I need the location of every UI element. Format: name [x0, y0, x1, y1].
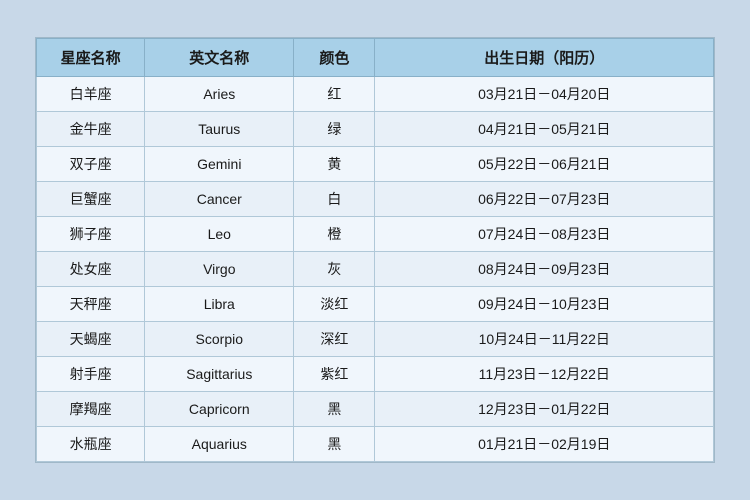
- header-color: 颜色: [294, 39, 375, 77]
- cell-english-name: Aries: [145, 77, 294, 112]
- table-row: 白羊座Aries红03月21日－04月20日: [37, 77, 714, 112]
- cell-color: 深红: [294, 322, 375, 357]
- cell-english-name: Leo: [145, 217, 294, 252]
- cell-english-name: Capricorn: [145, 392, 294, 427]
- cell-chinese-name: 处女座: [37, 252, 145, 287]
- cell-date-range: 09月24日－10月23日: [375, 287, 714, 322]
- cell-english-name: Gemini: [145, 147, 294, 182]
- cell-chinese-name: 巨蟹座: [37, 182, 145, 217]
- cell-color: 淡红: [294, 287, 375, 322]
- cell-chinese-name: 白羊座: [37, 77, 145, 112]
- cell-color: 橙: [294, 217, 375, 252]
- cell-english-name: Sagittarius: [145, 357, 294, 392]
- cell-chinese-name: 天秤座: [37, 287, 145, 322]
- table-row: 狮子座Leo橙07月24日－08月23日: [37, 217, 714, 252]
- table-row: 摩羯座Capricorn黑12月23日－01月22日: [37, 392, 714, 427]
- cell-english-name: Libra: [145, 287, 294, 322]
- zodiac-table-container: 星座名称 英文名称 颜色 出生日期（阳历） 白羊座Aries红03月21日－04…: [35, 37, 715, 463]
- cell-english-name: Scorpio: [145, 322, 294, 357]
- cell-date-range: 01月21日－02月19日: [375, 427, 714, 462]
- cell-color: 白: [294, 182, 375, 217]
- cell-chinese-name: 金牛座: [37, 112, 145, 147]
- cell-date-range: 05月22日－06月21日: [375, 147, 714, 182]
- cell-chinese-name: 射手座: [37, 357, 145, 392]
- cell-date-range: 10月24日－11月22日: [375, 322, 714, 357]
- cell-color: 紫红: [294, 357, 375, 392]
- header-date-range: 出生日期（阳历）: [375, 39, 714, 77]
- cell-color: 黑: [294, 392, 375, 427]
- cell-english-name: Taurus: [145, 112, 294, 147]
- cell-english-name: Cancer: [145, 182, 294, 217]
- cell-chinese-name: 水瓶座: [37, 427, 145, 462]
- cell-color: 灰: [294, 252, 375, 287]
- cell-color: 绿: [294, 112, 375, 147]
- cell-english-name: Virgo: [145, 252, 294, 287]
- table-row: 射手座Sagittarius紫红11月23日－12月22日: [37, 357, 714, 392]
- cell-date-range: 08月24日－09月23日: [375, 252, 714, 287]
- cell-date-range: 04月21日－05月21日: [375, 112, 714, 147]
- cell-color: 黑: [294, 427, 375, 462]
- table-row: 双子座Gemini黄05月22日－06月21日: [37, 147, 714, 182]
- cell-date-range: 06月22日－07月23日: [375, 182, 714, 217]
- header-chinese-name: 星座名称: [37, 39, 145, 77]
- cell-chinese-name: 双子座: [37, 147, 145, 182]
- cell-date-range: 07月24日－08月23日: [375, 217, 714, 252]
- table-row: 水瓶座Aquarius黑01月21日－02月19日: [37, 427, 714, 462]
- header-english-name: 英文名称: [145, 39, 294, 77]
- table-row: 巨蟹座Cancer白06月22日－07月23日: [37, 182, 714, 217]
- cell-chinese-name: 摩羯座: [37, 392, 145, 427]
- table-row: 天秤座Libra淡红09月24日－10月23日: [37, 287, 714, 322]
- table-header-row: 星座名称 英文名称 颜色 出生日期（阳历）: [37, 39, 714, 77]
- cell-chinese-name: 天蝎座: [37, 322, 145, 357]
- cell-color: 黄: [294, 147, 375, 182]
- cell-date-range: 11月23日－12月22日: [375, 357, 714, 392]
- zodiac-table: 星座名称 英文名称 颜色 出生日期（阳历） 白羊座Aries红03月21日－04…: [36, 38, 714, 462]
- cell-date-range: 12月23日－01月22日: [375, 392, 714, 427]
- cell-chinese-name: 狮子座: [37, 217, 145, 252]
- table-row: 天蝎座Scorpio深红10月24日－11月22日: [37, 322, 714, 357]
- cell-color: 红: [294, 77, 375, 112]
- cell-english-name: Aquarius: [145, 427, 294, 462]
- cell-date-range: 03月21日－04月20日: [375, 77, 714, 112]
- table-row: 金牛座Taurus绿04月21日－05月21日: [37, 112, 714, 147]
- table-row: 处女座Virgo灰08月24日－09月23日: [37, 252, 714, 287]
